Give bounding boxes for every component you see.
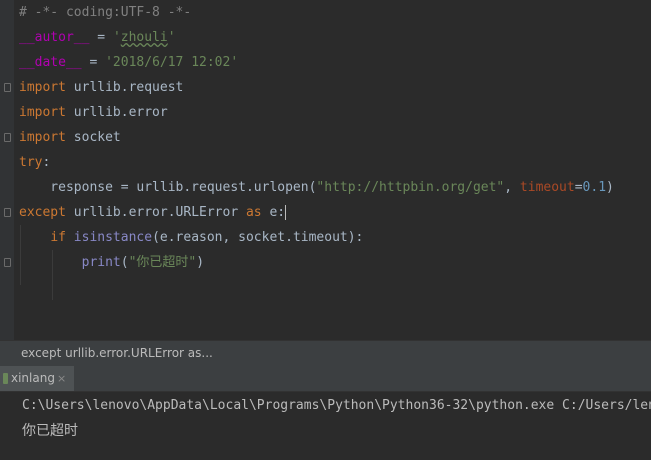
- builtin-token: print: [81, 255, 121, 270]
- editor-gutter: [0, 0, 14, 340]
- text-caret: [285, 205, 287, 220]
- code-line-8[interactable]: response = urllib.request.urlopen("http:…: [19, 175, 614, 200]
- python-file-icon: [3, 373, 8, 384]
- param-token: timeout: [519, 180, 575, 195]
- code-line-2[interactable]: __autor__ = 'zhouli': [19, 25, 176, 50]
- fold-marker-icon[interactable]: [4, 208, 11, 217]
- operator-token: ): [606, 180, 614, 195]
- string-token: ': [112, 30, 121, 45]
- string-token: '2018/6/17 12:02': [105, 55, 239, 70]
- code-line-3[interactable]: __date__ = '2018/6/17 12:02': [19, 50, 238, 75]
- tab-run-xinlang[interactable]: xinlang ×: [0, 366, 74, 391]
- breadcrumb-label[interactable]: except urllib.error.URLError as...: [21, 346, 213, 360]
- keyword-token: import: [19, 80, 66, 95]
- module-token: urllib.request: [65, 80, 184, 95]
- comment-token: # -*- coding:UTF-8 -*-: [19, 5, 192, 20]
- module-token: urllib.error: [65, 105, 168, 120]
- code-token: urllib.error.URLError: [65, 205, 246, 220]
- console-command-line: C:\Users\lenovo\AppData\Local\Programs\P…: [22, 398, 651, 413]
- code-line-11[interactable]: print("你已超时"): [19, 250, 204, 275]
- operator-token: ,: [504, 180, 520, 195]
- code-token: response = urllib.request.urlopen(: [19, 180, 317, 195]
- operator-token: =: [81, 55, 106, 70]
- indent-token: [19, 230, 50, 245]
- operator-token: =: [574, 180, 583, 195]
- code-token: (e.reason, socket.timeout):: [152, 230, 364, 245]
- variable-token: __autor__: [19, 30, 90, 45]
- tab-label: xinlang: [11, 371, 55, 385]
- code-line-10[interactable]: if isinstance(e.reason, socket.timeout):: [19, 225, 363, 250]
- breadcrumb[interactable]: except urllib.error.URLError as...: [0, 340, 651, 366]
- module-token: socket: [65, 130, 121, 145]
- keyword-token: except: [19, 205, 66, 220]
- string-token: zhouli: [120, 30, 168, 45]
- operator-token: ): [196, 255, 205, 270]
- code-line-9[interactable]: except urllib.error.URLError as e:: [19, 200, 287, 225]
- string-token: ': [167, 30, 176, 45]
- console-output-line: 你已超时: [22, 423, 78, 439]
- fold-marker-icon[interactable]: [4, 258, 11, 267]
- code-line-6[interactable]: import socket: [19, 125, 121, 150]
- operator-token: =: [89, 30, 113, 45]
- code-editor[interactable]: # -*- coding:UTF-8 -*- __autor__ = 'zhou…: [0, 0, 651, 340]
- keyword-token: try: [19, 155, 43, 170]
- fold-marker-icon[interactable]: [4, 133, 11, 142]
- run-console[interactable]: C:\Users\lenovo\AppData\Local\Programs\P…: [0, 392, 651, 460]
- code-token: e:: [261, 205, 286, 220]
- operator-token: :: [42, 155, 51, 170]
- indent-token: [19, 255, 82, 270]
- fold-marker-icon[interactable]: [4, 83, 11, 92]
- keyword-token: import: [19, 105, 66, 120]
- code-line-1[interactable]: # -*- coding:UTF-8 -*-: [19, 0, 191, 25]
- keyword-token: if: [50, 230, 66, 245]
- keyword-token: as: [245, 205, 262, 220]
- keyword-token: import: [19, 130, 66, 145]
- run-tab-bar: xinlang ×: [0, 366, 651, 392]
- operator-token: (: [120, 255, 129, 270]
- number-token: 0.1: [582, 180, 607, 195]
- code-line-7[interactable]: try:: [19, 150, 50, 175]
- builtin-token: isinstance: [65, 230, 153, 245]
- variable-token: __date__: [19, 55, 82, 70]
- close-icon[interactable]: ×: [57, 366, 66, 391]
- string-token: "你已超时": [128, 255, 197, 270]
- code-line-5[interactable]: import urllib.error: [19, 100, 168, 125]
- code-line-4[interactable]: import urllib.request: [19, 75, 183, 100]
- string-token: "http://httpbin.org/get": [316, 180, 505, 195]
